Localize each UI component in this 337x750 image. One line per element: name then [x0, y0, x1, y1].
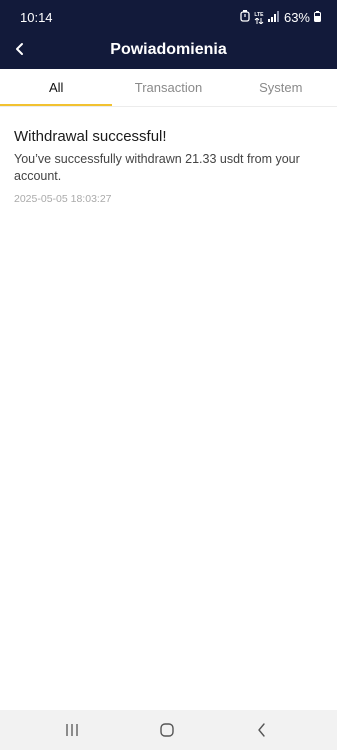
system-nav-bar — [0, 710, 337, 750]
notification-body: You’ve successfully withdrawn 21.33 usdt… — [14, 152, 300, 183]
status-icons: LTE 63% — [240, 9, 321, 27]
status-bar: 10:14 LTE 63% — [0, 0, 337, 36]
signal-icon — [267, 9, 280, 27]
lte-icon: LTE — [254, 12, 264, 24]
tab-system[interactable]: System — [225, 69, 337, 106]
home-icon — [160, 723, 174, 737]
title-bar: Powiadomienia — [0, 36, 337, 64]
tab-all[interactable]: All — [0, 69, 113, 106]
notification-title: Withdrawal successful! — [14, 128, 167, 145]
page-title: Powiadomienia — [110, 41, 227, 58]
battery-icon — [314, 9, 321, 27]
alarm-icon — [240, 9, 250, 27]
tab-transaction[interactable]: Transaction — [112, 69, 224, 106]
notification-time: 2025-05-05 18:03:27 — [14, 193, 112, 205]
system-back-button[interactable] — [250, 720, 274, 740]
status-time: 10:14 — [20, 10, 53, 25]
notification-tabs: All Transaction System — [0, 69, 337, 107]
battery-percent: 63% — [283, 10, 310, 25]
notification-item[interactable]: Withdrawal successful! You’ve successful… — [14, 126, 324, 206]
recent-apps-button[interactable] — [60, 720, 84, 740]
back-icon — [258, 723, 265, 737]
recent-apps-icon — [66, 724, 78, 736]
home-button[interactable] — [155, 720, 179, 740]
app-header: 10:14 LTE 63% Powiadomienia — [0, 0, 337, 69]
